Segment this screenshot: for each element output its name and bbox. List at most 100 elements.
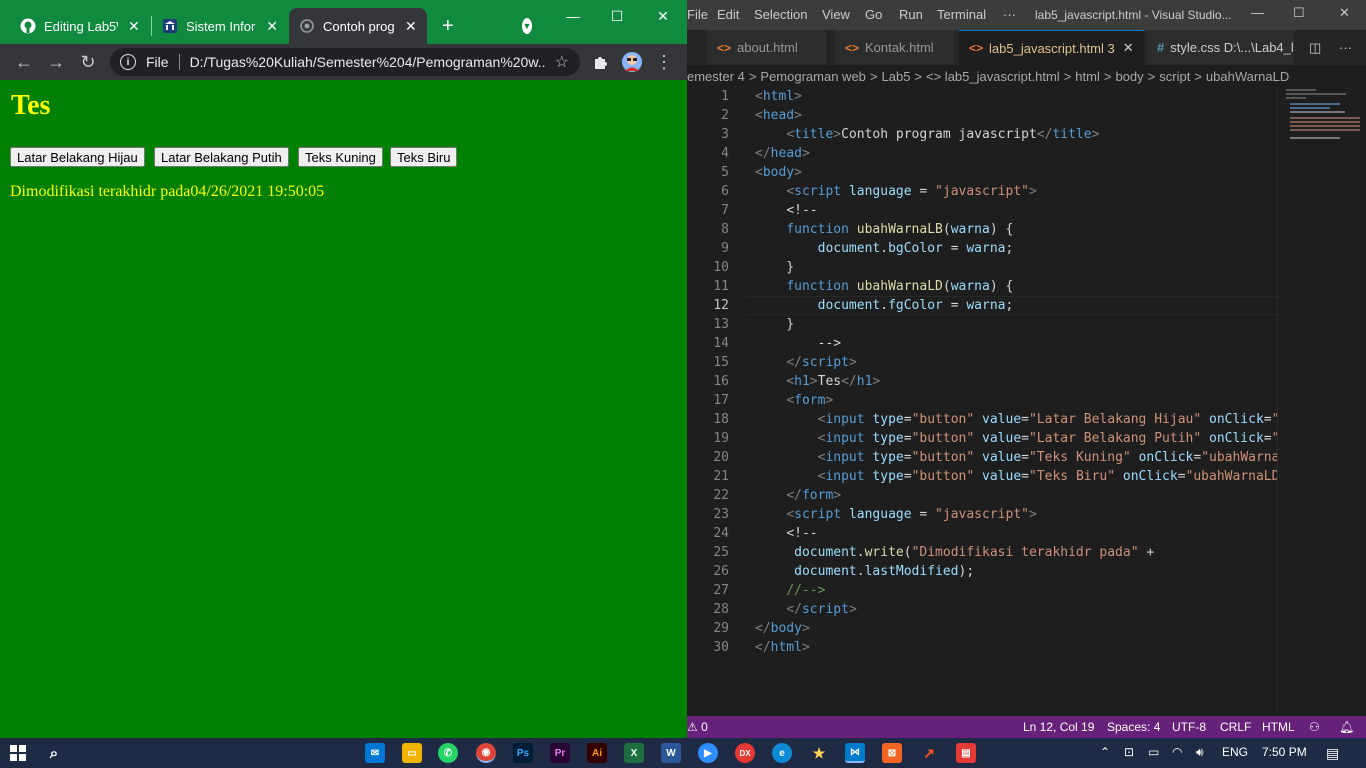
zoom-icon[interactable]: ▶ — [698, 743, 718, 763]
white-background-button[interactable]: Latar Belakang Putih — [154, 147, 289, 167]
code-line[interactable]: 22 </form> — [687, 486, 1277, 505]
mail-icon[interactable]: ✉ — [365, 743, 385, 763]
tab-search-button[interactable]: ▼ — [512, 8, 542, 44]
extensions-puzzle-icon[interactable] — [588, 50, 612, 74]
menu-edit[interactable]: Edit — [717, 7, 739, 22]
clock-time[interactable]: 7:50 PM — [1262, 745, 1307, 759]
code-line[interactable]: 10 } — [687, 258, 1277, 277]
menu-file[interactable]: File — [687, 7, 708, 22]
vscode-icon[interactable]: ⋈ — [845, 743, 865, 763]
reload-icon[interactable]: ↻ — [76, 50, 100, 74]
file-explorer-icon[interactable]: ▭ — [402, 743, 422, 763]
excel-icon[interactable]: X — [624, 743, 644, 763]
maximize-button[interactable]: ☐ — [594, 4, 640, 28]
code-line[interactable]: 19 <input type="button" value="Latar Bel… — [687, 429, 1287, 448]
encoding[interactable]: UTF-8 — [1172, 720, 1206, 734]
more-actions-icon[interactable]: ··· — [1329, 30, 1366, 65]
cursor-position[interactable]: Ln 12, Col 19 — [1023, 720, 1094, 734]
breadcrumb-item[interactable]: Pemograman web — [760, 69, 866, 84]
code-line[interactable]: 13 } — [687, 315, 1277, 334]
line-ending[interactable]: CRLF — [1220, 720, 1251, 734]
close-tab-icon[interactable]: ✕ — [128, 18, 140, 35]
code-line[interactable]: 26 document.lastModified); — [687, 562, 1277, 581]
network-icon[interactable]: ⊡ — [1124, 745, 1134, 759]
editor-tab-style[interactable]: # style.css D:\...\Lab4_la — [1147, 30, 1295, 65]
premiere-icon[interactable]: Pr — [550, 743, 570, 763]
close-tab-icon[interactable]: ✕ — [1123, 40, 1134, 56]
volume-icon[interactable]: 🔊︎ — [1196, 745, 1204, 760]
xampp-icon[interactable]: ⊠ — [882, 743, 902, 763]
code-line[interactable]: 28 </script> — [687, 600, 1277, 619]
search-icon[interactable]: ⌕ — [44, 743, 64, 763]
maximize-button[interactable]: ☐ — [1293, 5, 1305, 21]
menu-more[interactable]: ··· — [1003, 7, 1016, 22]
menu-run[interactable]: Run — [899, 7, 923, 22]
indentation[interactable]: Spaces: 4 — [1107, 720, 1160, 734]
problems-indicator[interactable]: ⚠ 0 — [687, 720, 708, 734]
code-line[interactable]: 27 //--> — [687, 581, 1277, 600]
feedback-icon[interactable]: ⚇ — [1309, 720, 1320, 734]
minimap[interactable] — [1277, 87, 1366, 712]
windows-start-icon[interactable] — [8, 743, 28, 763]
more-menu-icon[interactable]: ⋮ — [652, 50, 676, 74]
code-line[interactable]: 21 <input type="button" value="Teks Biru… — [687, 467, 1287, 486]
code-line[interactable]: 16 <h1>Tes</h1> — [687, 372, 1277, 391]
editor-tab-kontak[interactable]: <> Kontak.html — [835, 30, 955, 65]
breadcrumb-item[interactable]: Lab5 — [882, 69, 911, 84]
editor-tab-lab5[interactable]: <> lab5_javascript.html 3 ✕ — [959, 30, 1145, 65]
breadcrumb-item[interactable]: ubahWarnaLD — [1206, 69, 1289, 84]
breadcrumb-item[interactable]: script — [1159, 69, 1190, 84]
code-line[interactable]: 2 <head> — [687, 106, 1277, 125]
breadcrumb-item[interactable]: <> lab5_javascript.html — [926, 69, 1060, 84]
pdf-icon[interactable]: ▤ — [956, 743, 976, 763]
code-line[interactable]: 18 <input type="button" value="Latar Bel… — [687, 410, 1287, 429]
menu-go[interactable]: Go — [865, 7, 882, 22]
code-line[interactable]: 7 <!-- — [687, 201, 1277, 220]
code-line[interactable]: 4 </head> — [687, 144, 1277, 163]
edge-icon[interactable]: e — [772, 743, 792, 763]
code-line[interactable]: 29 </body> — [687, 619, 1277, 638]
wifi-icon[interactable]: ◠ — [1172, 745, 1182, 759]
address-bar[interactable]: i File D:/Tugas%20Kuliah/Semester%204/Pe… — [110, 48, 580, 76]
code-line[interactable]: 6 <script language = "javascript"> — [687, 182, 1277, 201]
url-text[interactable]: D:/Tugas%20Kuliah/Semester%204/Pemograma… — [190, 54, 545, 70]
code-line[interactable]: 25 document.write("Dimodifikasi terakhid… — [687, 543, 1277, 562]
profile-avatar[interactable] — [620, 50, 644, 74]
code-line[interactable]: 17 <form> — [687, 391, 1277, 410]
close-window-button[interactable]: ✕ — [640, 4, 686, 28]
code-line[interactable]: 5 <body> — [687, 163, 1277, 182]
battery-icon[interactable]: ▭ — [1148, 745, 1159, 759]
blue-text-button[interactable]: Teks Biru — [390, 147, 458, 167]
language-mode[interactable]: HTML — [1262, 720, 1295, 734]
code-line[interactable]: 11 function ubahWarnaLD(warna) { — [687, 277, 1277, 296]
word-icon[interactable]: W — [661, 743, 681, 763]
dx-app-icon[interactable]: DX — [735, 743, 755, 763]
minimize-button[interactable]: — — [1251, 5, 1264, 20]
notification-center-icon[interactable]: ▤ — [1326, 745, 1339, 762]
menu-view[interactable]: View — [822, 7, 850, 22]
star-app-icon[interactable]: ★ — [809, 743, 829, 763]
chrome-icon[interactable]: ◉ — [476, 743, 496, 763]
notification-bell-icon[interactable]: 🔔︎ — [1339, 720, 1354, 734]
code-line[interactable]: 30 </html> — [687, 638, 1277, 657]
info-icon[interactable]: i — [120, 54, 136, 70]
breadcrumb-item[interactable]: emester 4 — [687, 69, 745, 84]
forward-arrow-icon[interactable]: → — [44, 50, 68, 74]
bookmark-star-icon[interactable]: ☆ — [555, 52, 569, 72]
green-background-button[interactable]: Latar Belakang Hijau — [10, 147, 145, 167]
browser-tab-github[interactable]: Editing Lab5W ✕ — [10, 8, 150, 44]
minimize-button[interactable]: — — [550, 4, 596, 28]
git-icon[interactable]: ↗ — [919, 743, 939, 763]
code-line[interactable]: 12 document.fgColor = warna; — [687, 296, 1277, 315]
back-arrow-icon[interactable]: ← — [12, 50, 36, 74]
breadcrumb-item[interactable]: html — [1075, 69, 1100, 84]
code-line[interactable]: 8 function ubahWarnaLB(warna) { — [687, 220, 1277, 239]
menu-selection[interactable]: Selection — [754, 7, 807, 22]
browser-tab-sistem[interactable]: Sistem Inform ✕ — [152, 8, 288, 44]
yellow-text-button[interactable]: Teks Kuning — [298, 147, 383, 167]
code-line[interactable]: 14 --> — [687, 334, 1277, 353]
code-editor[interactable]: 1 <html> 2 <head> 3 <title>Contoh program ja… — [687, 87, 1287, 712]
input-language[interactable]: ENG — [1222, 745, 1248, 759]
code-line[interactable]: 20 <input type="button" value="Teks Kuni… — [687, 448, 1287, 467]
editor-tab-about[interactable]: <> about.html — [707, 30, 827, 65]
